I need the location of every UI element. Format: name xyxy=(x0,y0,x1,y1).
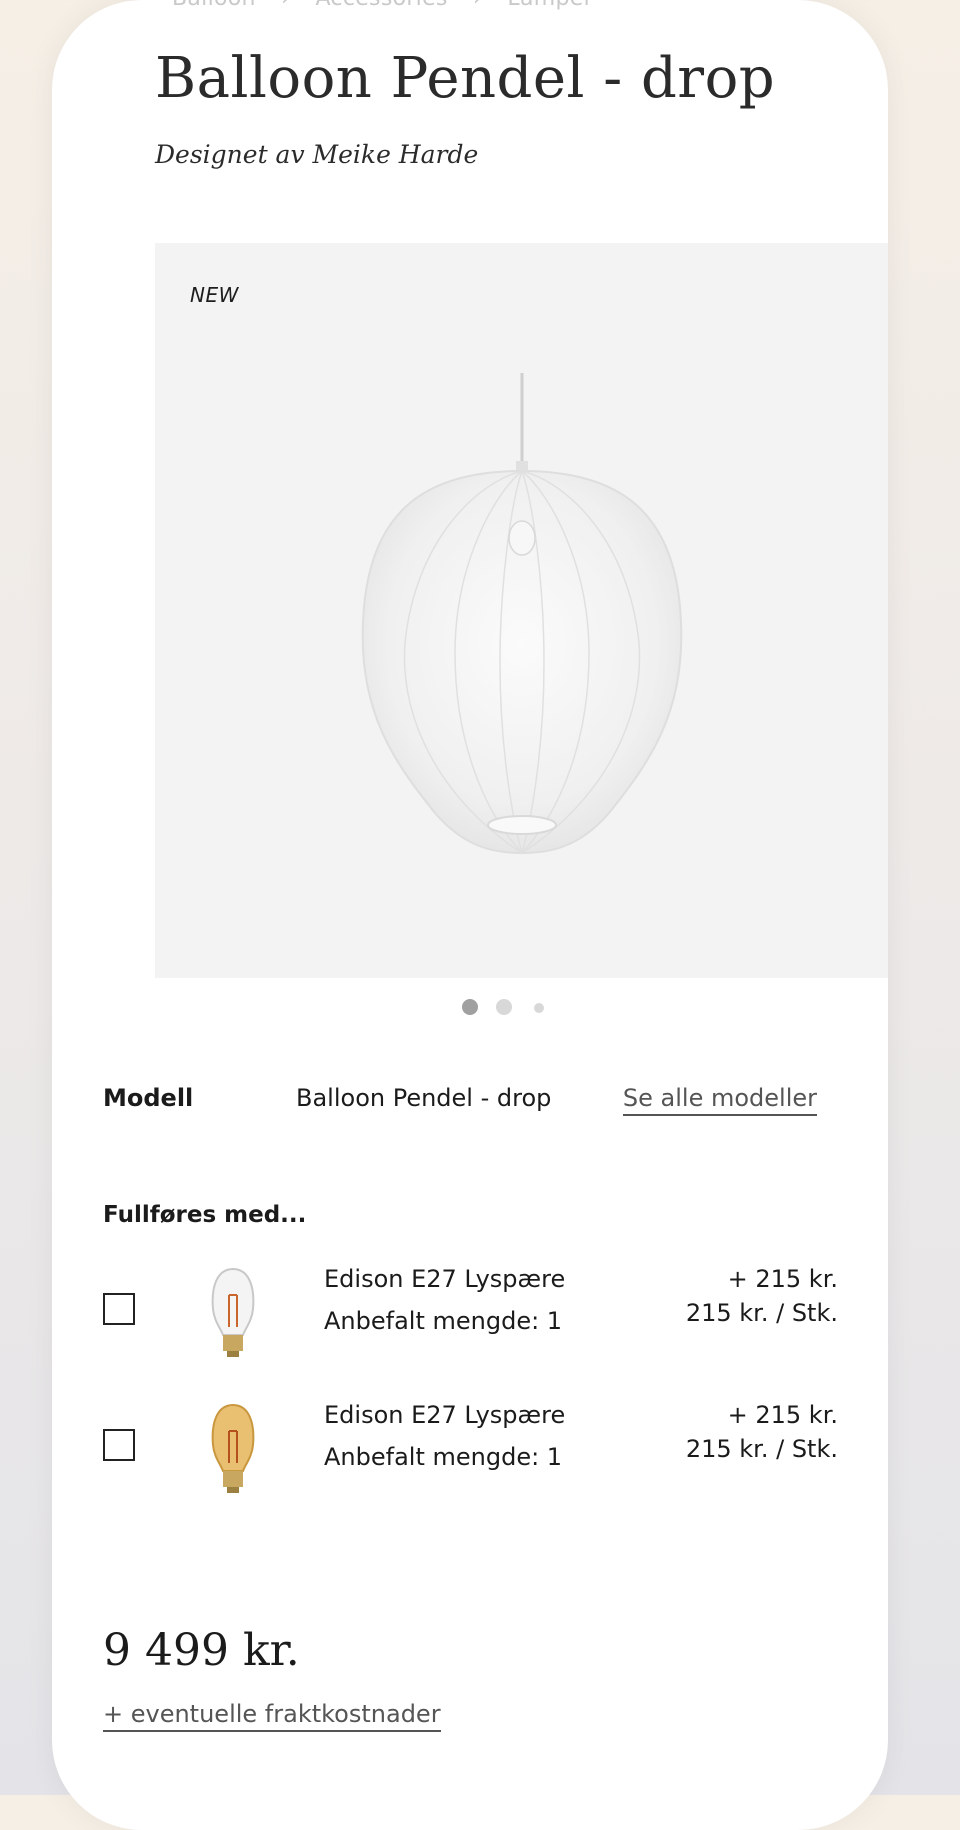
breadcrumb-separator: › xyxy=(281,0,290,11)
addon-item: Edison E27 Lyspære Anbefalt mengde: 1 + … xyxy=(103,1401,838,1501)
addon-item: Edison E27 Lyspære Anbefalt mengde: 1 + … xyxy=(103,1265,838,1365)
addon-name: Edison E27 Lyspære xyxy=(324,1265,566,1293)
model-row: Modell Balloon Pendel - drop Se alle mod… xyxy=(103,1084,838,1124)
shipping-costs-link[interactable]: + eventuelle fraktkostnader xyxy=(103,1700,441,1732)
addon-recommended-qty: Anbefalt mengde: 1 xyxy=(324,1307,563,1335)
pagination-dot-2[interactable] xyxy=(496,999,512,1015)
see-all-models-link[interactable]: Se alle modeller xyxy=(622,1084,817,1116)
total-price: 9 499 kr. xyxy=(103,1625,300,1676)
addon-name: Edison E27 Lyspære xyxy=(324,1401,566,1429)
clear-bulb-icon xyxy=(211,1267,255,1357)
addon-recommended-qty: Anbefalt mengde: 1 xyxy=(324,1443,563,1471)
addon-unit-price: 215 kr. / Stk. xyxy=(685,1435,838,1463)
product-designer: Designet av Meike Harde xyxy=(155,140,479,169)
breadcrumb-separator: › xyxy=(473,0,482,11)
addon-checkbox[interactable] xyxy=(103,1429,135,1461)
pendant-lamp-image xyxy=(361,373,683,855)
addons-title: Fullføres med... xyxy=(103,1202,307,1228)
model-value: Balloon Pendel - drop xyxy=(296,1084,552,1112)
product-card: Balloon › Accessories › Lamper Balloon P… xyxy=(52,0,888,1830)
breadcrumb-item-balloon[interactable]: Balloon xyxy=(172,0,256,11)
product-image-gallery[interactable]: NEW xyxy=(155,243,888,978)
amber-bulb-icon xyxy=(211,1403,255,1493)
breadcrumb: Balloon › Accessories › Lamper xyxy=(172,0,593,11)
model-label: Modell xyxy=(103,1084,194,1112)
breadcrumb-item-lamper[interactable]: Lamper xyxy=(507,0,593,11)
breadcrumb-item-accessories[interactable]: Accessories xyxy=(315,0,447,11)
addon-price: + 215 kr. xyxy=(727,1265,838,1293)
pagination-dot-3[interactable] xyxy=(534,1003,544,1013)
product-title: Balloon Pendel - drop xyxy=(155,46,776,111)
addon-price: + 215 kr. xyxy=(727,1401,838,1429)
addon-unit-price: 215 kr. / Stk. xyxy=(685,1299,838,1327)
pagination-dot-1[interactable] xyxy=(462,999,478,1015)
addon-checkbox[interactable] xyxy=(103,1293,135,1325)
